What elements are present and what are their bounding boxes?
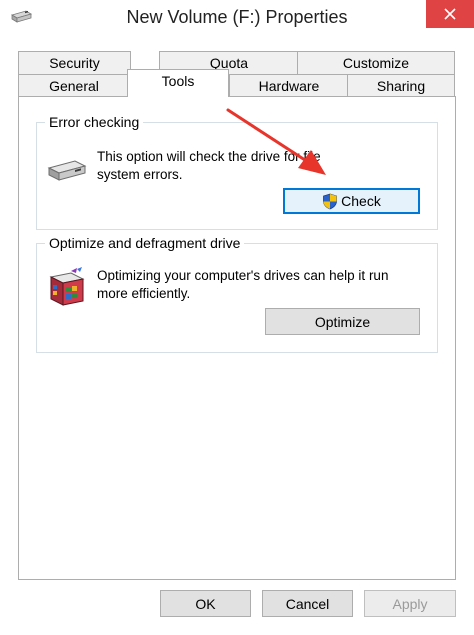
error-checking-title: Error checking	[45, 113, 144, 131]
close-button[interactable]	[426, 0, 474, 28]
error-checking-description: This option will check the drive for fil…	[97, 148, 427, 184]
ok-button-label: OK	[195, 595, 216, 612]
check-button-label: Check	[341, 193, 381, 209]
description-line: This option will check the drive for fil…	[97, 149, 321, 164]
tab-customize[interactable]: Customize	[297, 51, 455, 74]
apply-button-label: Apply	[392, 595, 428, 612]
properties-dialog: New Volume (F:) Properties Security Quot…	[0, 0, 474, 635]
optimize-button[interactable]: Optimize	[265, 308, 420, 335]
apply-button[interactable]: Apply	[364, 590, 456, 617]
description-line: Optimizing your computer's drives can he…	[97, 268, 389, 283]
window-title: New Volume (F:) Properties	[126, 7, 348, 27]
ok-button[interactable]: OK	[160, 590, 251, 617]
defrag-icon	[47, 267, 87, 312]
check-button[interactable]: Check	[283, 188, 420, 214]
cancel-button[interactable]: Cancel	[262, 590, 353, 617]
tab-tools[interactable]: Tools	[127, 69, 229, 97]
optimize-group: Optimize and defragment drive Optimizing…	[36, 234, 438, 353]
error-checking-group: Error checking This option will check th…	[36, 113, 438, 230]
tab-label: Sharing	[376, 78, 426, 94]
tab-hardware[interactable]: Hardware	[229, 74, 349, 97]
title-bar[interactable]: New Volume (F:) Properties	[0, 0, 474, 38]
hard-drive-icon	[47, 158, 87, 189]
optimize-description: Optimizing your computer's drives can he…	[97, 267, 432, 303]
uac-shield-icon	[322, 193, 338, 210]
tab-label: Security	[49, 55, 100, 71]
tab-panel-tools: Error checking This option will check th…	[18, 96, 456, 580]
tab-sharing[interactable]: Sharing	[347, 74, 455, 97]
description-line: system errors.	[97, 167, 183, 182]
tab-security[interactable]: Security	[18, 51, 131, 74]
description-line: more efficiently.	[97, 286, 191, 301]
tab-general[interactable]: General	[18, 74, 130, 97]
tab-label: Customize	[342, 55, 410, 71]
tab-label: General	[49, 78, 99, 94]
cancel-button-label: Cancel	[285, 595, 330, 612]
tab-label: Hardware	[258, 78, 320, 94]
close-icon	[444, 8, 456, 20]
optimize-title: Optimize and defragment drive	[45, 234, 245, 252]
optimize-button-label: Optimize	[314, 313, 371, 330]
tab-label: Tools	[161, 73, 195, 89]
